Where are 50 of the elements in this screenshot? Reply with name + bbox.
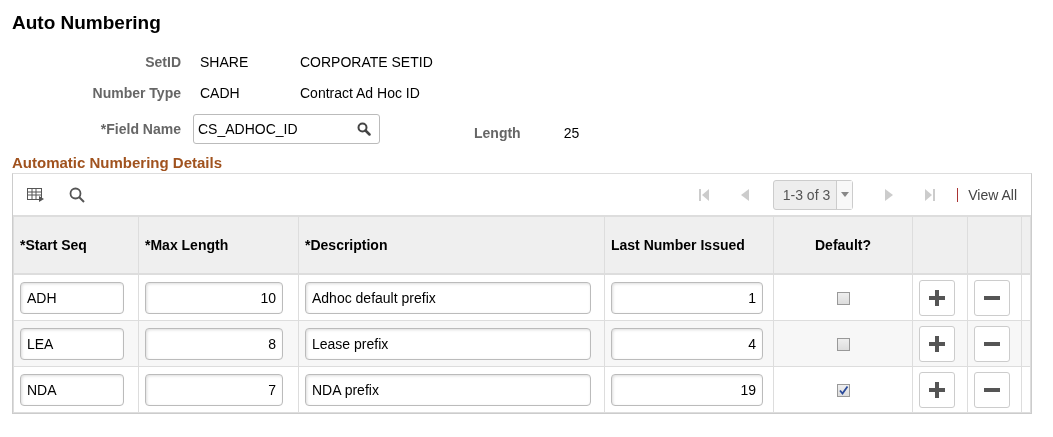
view-all-link[interactable]: View All [968, 186, 1017, 203]
field-name-input[interactable]: CS_ADHOC_ID [193, 114, 380, 144]
field-value: 25 [563, 125, 580, 141]
grid-personalize-icon[interactable] [27, 187, 45, 202]
add-row-button[interactable] [919, 325, 955, 362]
field-value: CADH [200, 84, 241, 101]
minus-icon [984, 387, 1000, 392]
field-label: *Field Name [99, 121, 181, 137]
field-value: SHARE [200, 53, 250, 70]
minus-icon [984, 341, 1000, 346]
description-input[interactable]: Lease prefix [305, 327, 591, 360]
add-row-button[interactable] [919, 371, 955, 408]
description-input[interactable]: NDA prefix [305, 373, 591, 406]
page-title: Auto Numbering [12, 11, 162, 35]
caret-icon [840, 192, 849, 197]
column-header: *Start Seq [13, 216, 139, 274]
start-seq-input[interactable]: ADH [20, 281, 124, 314]
page-range-dropdown[interactable]: 1-3 of 3 [772, 179, 854, 210]
default-checkbox[interactable] [836, 384, 850, 398]
plus-icon [929, 289, 945, 306]
delete-row-button[interactable] [974, 279, 1010, 316]
grid-title: Automatic Numbering Details [12, 154, 224, 173]
plus-icon [929, 335, 945, 352]
column-header: Last Number Issued [604, 216, 774, 274]
search-icon[interactable] [357, 122, 371, 136]
minus-icon [984, 295, 1000, 300]
start-seq-input[interactable]: LEA [20, 327, 124, 360]
delete-row-button[interactable] [974, 371, 1010, 408]
last-number-input[interactable]: 1 [611, 281, 763, 314]
add-row-button[interactable] [919, 279, 955, 316]
description-input[interactable]: Adhoc default prefix [305, 281, 591, 314]
max-length-input[interactable]: 7 [145, 373, 283, 406]
max-length-input[interactable]: 8 [145, 327, 283, 360]
last-number-input[interactable]: 19 [611, 373, 763, 406]
column-header: Default? [773, 216, 913, 274]
column-header: *Max Length [138, 216, 299, 274]
max-length-input[interactable]: 10 [145, 281, 283, 314]
field-label: Number Type [91, 84, 181, 101]
start-seq-input[interactable]: NDA [20, 373, 124, 406]
plus-icon [929, 381, 945, 398]
field-description: CORPORATE SETID [300, 53, 433, 70]
search-icon[interactable] [69, 186, 85, 203]
field-label: SetID [144, 53, 181, 70]
column-header: *Description [298, 216, 605, 274]
field-description: Contract Ad Hoc ID [300, 84, 420, 101]
delete-row-button[interactable] [974, 325, 1010, 362]
last-number-input[interactable]: 4 [611, 327, 763, 360]
default-checkbox[interactable] [836, 292, 850, 306]
default-checkbox[interactable] [836, 338, 850, 352]
field-label: Length [474, 125, 521, 141]
